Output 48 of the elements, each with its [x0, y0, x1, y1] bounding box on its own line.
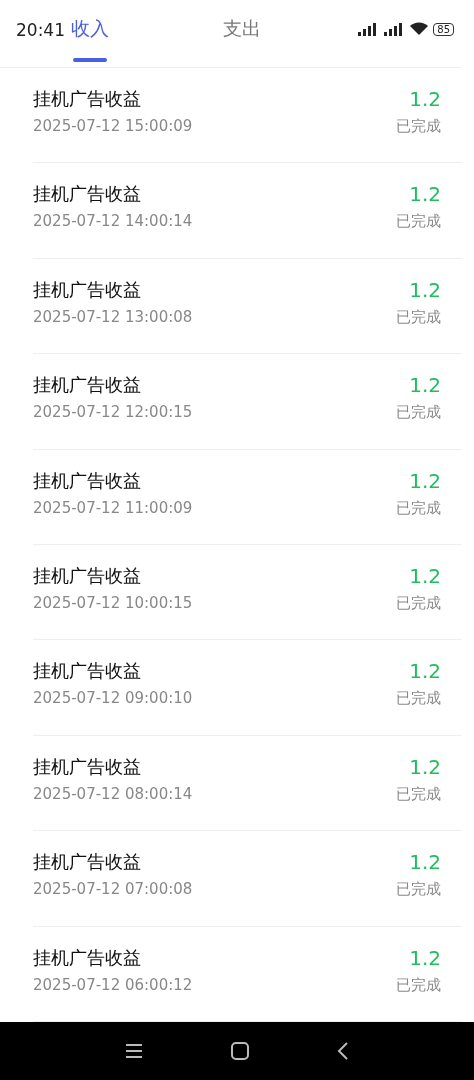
record-amount: 1.2 [409, 373, 441, 398]
record-amount: 1.2 [409, 659, 441, 684]
back-icon[interactable] [337, 1042, 349, 1060]
record-title: 挂机广告收益 [33, 754, 142, 779]
record-title: 挂机广告收益 [33, 659, 142, 684]
record-title: 挂机广告收益 [33, 850, 142, 875]
record-time: 2025-07-12 11:00:09 [33, 498, 193, 517]
record-amount: 1.2 [409, 754, 441, 779]
tab[interactable]: 支出 [220, 16, 264, 62]
home-icon[interactable] [231, 1042, 249, 1060]
record-title: 挂机广告收益 [33, 945, 142, 970]
tab[interactable]: 收入 [68, 16, 112, 62]
wifi-icon [409, 22, 430, 36]
record-time: 2025-07-12 06:00:12 [33, 975, 193, 994]
record-amount: 1.2 [409, 945, 441, 970]
record-time: 2025-07-12 09:00:10 [33, 689, 193, 708]
menu-icon[interactable] [125, 1043, 143, 1059]
record-time: 2025-07-12 14:00:14 [33, 212, 193, 231]
record-status: 已完成 [396, 594, 441, 614]
record-status: 已完成 [396, 117, 441, 136]
record-amount: 1.2 [409, 182, 441, 207]
record-status: 已完成 [396, 689, 441, 709]
record-title: 挂机广告收益 [33, 564, 142, 589]
record-time: 2025-07-12 10:00:15 [33, 594, 193, 613]
record-time: 2025-07-12 08:00:14 [33, 784, 193, 803]
record-amount: 1.2 [409, 87, 441, 111]
record-title: 挂机广告收益 [33, 373, 142, 398]
record-amount: 1.2 [409, 468, 441, 493]
record-time: 2025-07-12 15:00:09 [33, 117, 193, 135]
record-amount: 1.2 [409, 564, 441, 589]
record-amount: 1.2 [409, 277, 441, 302]
record-status: 已完成 [396, 307, 441, 327]
status-time: 20:41 [15, 19, 66, 40]
record-title: 挂机广告收益 [33, 87, 142, 111]
record-time: 2025-07-12 13:00:08 [33, 307, 193, 326]
record-status: 已完成 [396, 403, 441, 423]
record-status: 已完成 [396, 212, 441, 232]
record-time: 2025-07-12 12:00:15 [33, 403, 193, 422]
battery-icon: 85 [433, 22, 454, 36]
record-title: 挂机广告收益 [33, 277, 142, 302]
record-status: 已完成 [396, 498, 441, 518]
record-status: 已完成 [396, 880, 441, 900]
record-status: 已完成 [396, 975, 441, 995]
record-amount: 1.2 [409, 850, 441, 875]
record-status: 已完成 [396, 784, 441, 804]
record-time: 2025-07-12 07:00:08 [33, 880, 193, 899]
record-title: 挂机广告收益 [33, 182, 142, 207]
record-title: 挂机广告收益 [33, 468, 142, 493]
